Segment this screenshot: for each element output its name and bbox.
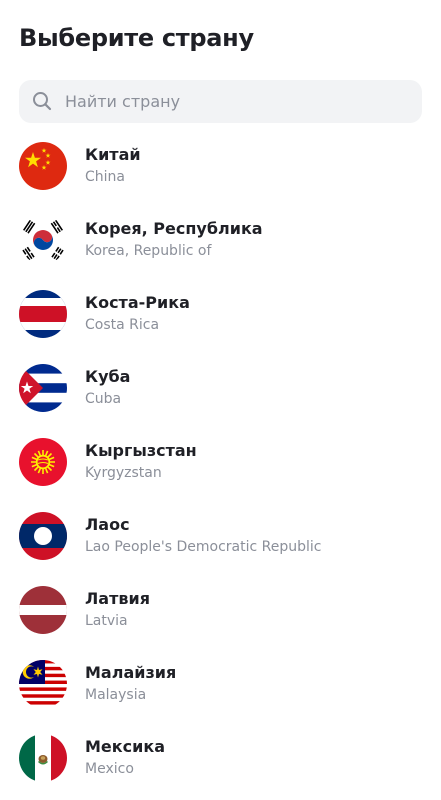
country-english-name: Korea, Republic of [85,243,212,259]
country-row-latvia[interactable]: Латвия Latvia [0,574,441,648]
country-english-name: Cuba [85,391,122,407]
south-korea-flag-icon [19,216,67,264]
country-row-china[interactable]: Китай China [0,130,441,204]
mexico-flag-icon [19,734,67,782]
country-row-laos[interactable]: Лаос Lao People's Democratic Republic [0,500,441,574]
country-english-name: Costa Rica [85,317,160,333]
country-name: Китай [85,145,141,164]
search-input[interactable] [65,80,405,123]
country-row-korea[interactable]: Корея, Республика Korea, Republic of [0,204,441,278]
country-row-costa-rica[interactable]: Коста-Рика Costa Rica [0,278,441,352]
country-english-name: Kyrgyzstan [85,465,162,481]
country-english-name: Mexico [85,761,134,777]
country-name: Куба [85,367,131,386]
china-flag-icon [19,142,67,190]
search-bar[interactable] [19,80,422,123]
country-row-cuba[interactable]: Куба Cuba [0,352,441,426]
country-name: Латвия [85,589,150,608]
search-icon [32,91,52,111]
country-name: Кыргызстан [85,441,197,460]
country-row-kyrgyzstan[interactable]: Кыргызстан Kyrgyzstan [0,426,441,500]
costa-rica-flag-icon [19,290,67,338]
malaysia-flag-icon [19,660,67,708]
country-row-mexico[interactable]: Мексика Mexico [0,722,441,796]
kyrgyzstan-flag-icon [19,438,67,486]
latvia-flag-icon [19,586,67,634]
country-english-name: Lao People's Democratic Republic [85,539,322,555]
country-english-name: Latvia [85,613,128,629]
cuba-flag-icon [19,364,67,412]
country-row-malaysia[interactable]: Малайзия Malaysia [0,648,441,722]
country-english-name: Malaysia [85,687,147,703]
country-name: Мексика [85,737,165,756]
country-english-name: China [85,169,125,185]
page-title: Выберите страну [19,24,254,52]
country-name: Корея, Республика [85,219,263,238]
country-name: Коста-Рика [85,293,190,312]
laos-flag-icon [19,512,67,560]
country-name: Малайзия [85,663,177,682]
country-name: Лаос [85,515,130,534]
